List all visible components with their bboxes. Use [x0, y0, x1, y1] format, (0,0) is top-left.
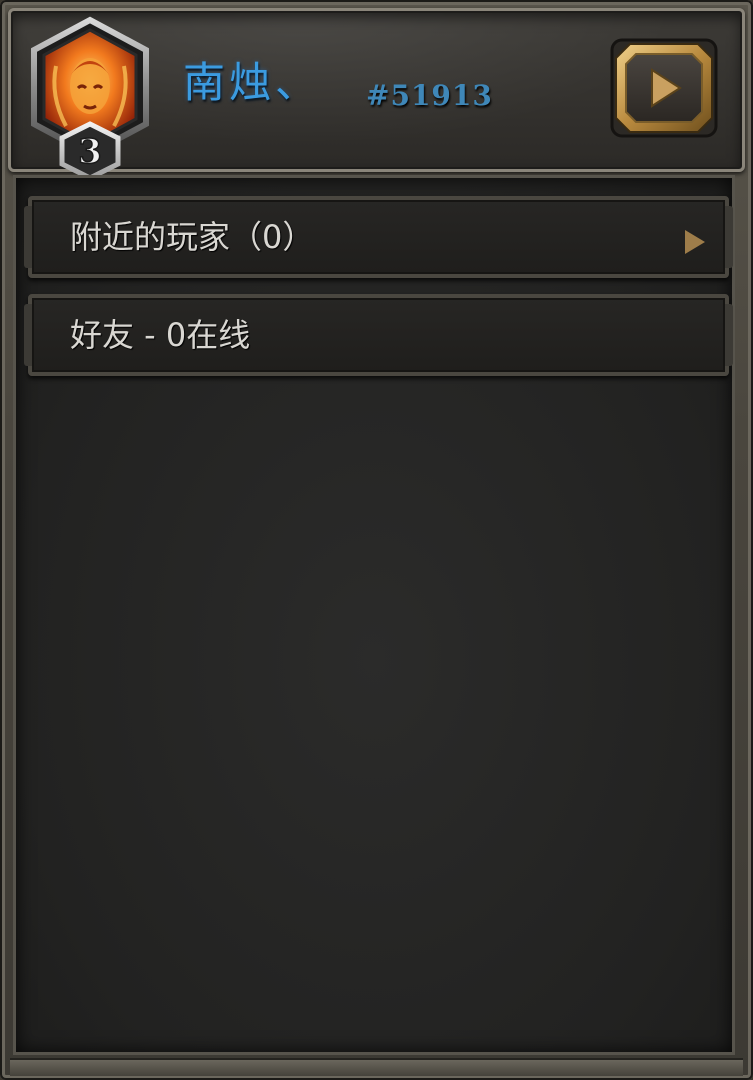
friends-row[interactable]: 好友 - 0在线	[24, 294, 733, 376]
rank-level-text: 3	[78, 132, 102, 172]
play-button[interactable]	[608, 36, 720, 140]
friends-online-label: 好友 - 0在线	[70, 316, 251, 354]
friends-list-panel: 附近的玩家（0） 好友 - 0在线	[13, 175, 735, 1055]
expand-arrow-icon	[685, 230, 705, 254]
friends-panel-frame: 3 南烛、 #51913 附近的玩家（0） 好友 - 0在线	[0, 0, 753, 1080]
player-tag: #51913	[366, 79, 493, 112]
panel-bottom-edge	[10, 1058, 743, 1076]
player-name: 南烛、	[183, 58, 322, 107]
player-avatar[interactable]: 3	[26, 16, 154, 180]
nearby-players-label: 附近的玩家（0）	[70, 218, 315, 256]
rank-badge: 3	[59, 121, 121, 180]
nearby-players-row[interactable]: 附近的玩家（0）	[24, 196, 733, 278]
